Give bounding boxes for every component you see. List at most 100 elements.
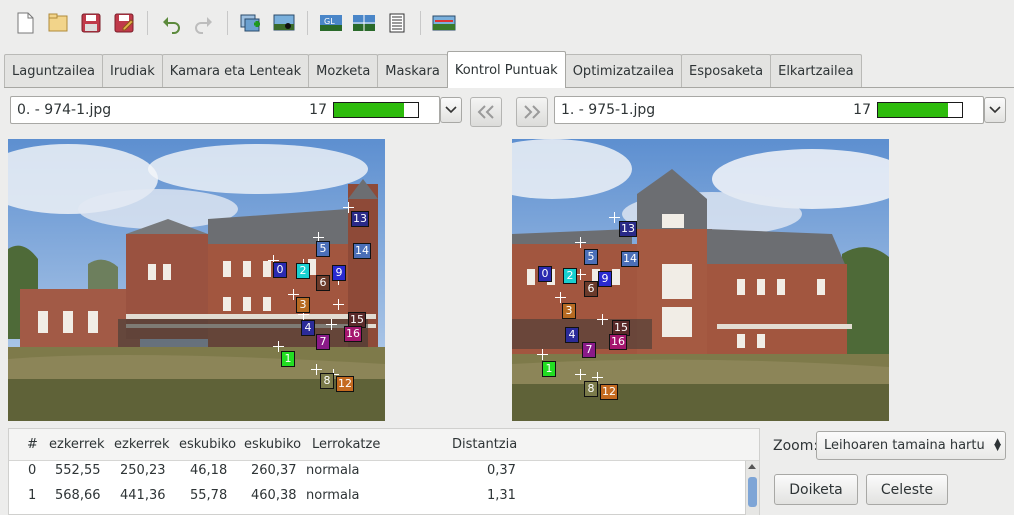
control-point-0[interactable]: 0 bbox=[538, 266, 552, 282]
control-point-1[interactable]: 1 bbox=[281, 351, 295, 367]
scrollbar-thumb[interactable] bbox=[748, 477, 757, 507]
control-point-1[interactable]: 1 bbox=[542, 361, 556, 377]
cross-marker bbox=[537, 349, 548, 360]
tab-crop[interactable]: Mozketa bbox=[308, 54, 379, 88]
cross-marker bbox=[555, 292, 566, 303]
cross-marker bbox=[575, 369, 586, 380]
scroll-up-icon[interactable] bbox=[748, 464, 756, 469]
left-image-select[interactable]: 0. - 974-1.jpg 17 bbox=[10, 96, 440, 124]
col-header-left-x[interactable]: ezkerrek bbox=[49, 437, 105, 452]
control-point-3[interactable]: 3 bbox=[296, 297, 310, 313]
cell-number: 0 bbox=[28, 463, 37, 478]
control-point-16[interactable]: 16 bbox=[609, 334, 627, 350]
open-icon[interactable] bbox=[43, 8, 73, 38]
table-row[interactable]: 1 568,66 441,36 55,78 460,38 normala 1,3… bbox=[9, 488, 745, 512]
control-point-5[interactable]: 5 bbox=[584, 249, 598, 265]
right-image-select[interactable]: 1. - 975-1.jpg 17 bbox=[554, 96, 984, 124]
control-point-0[interactable]: 0 bbox=[273, 262, 287, 278]
control-point-14[interactable]: 14 bbox=[621, 251, 639, 267]
updown-arrows-icon: ▲ ▼ bbox=[994, 437, 1001, 453]
control-points-table: # ezkerrek ezkerrek eskubiko eskubiko Le… bbox=[8, 428, 760, 515]
col-header-left-y[interactable]: ezkerrek bbox=[114, 437, 170, 452]
zoom-select[interactable]: Leihoaren tamaina hartu ▲ ▼ bbox=[816, 431, 1006, 460]
tab-control-points[interactable]: Kontrol Puntuak bbox=[446, 51, 566, 88]
control-point-13[interactable]: 13 bbox=[619, 221, 637, 237]
control-point-12[interactable]: 12 bbox=[600, 384, 618, 400]
tab-stitcher[interactable]: Elkartzailea bbox=[770, 54, 862, 88]
tab-camera-lens[interactable]: Kamara eta Lenteak bbox=[161, 54, 310, 88]
table-header: # ezkerrek ezkerrek eskubiko eskubiko Le… bbox=[9, 429, 759, 461]
col-header-alignment[interactable]: Lerrokatze bbox=[312, 437, 380, 452]
control-point-7[interactable]: 7 bbox=[582, 342, 596, 358]
cell-right-x: 46,18 bbox=[190, 463, 228, 478]
pano-icon[interactable] bbox=[429, 8, 459, 38]
control-point-14[interactable]: 14 bbox=[353, 243, 371, 259]
cell-left-y: 250,23 bbox=[120, 463, 166, 478]
right-image-view[interactable]: 0 1 2 3 4 5 6 7 8 9 12 13 14 15 16 bbox=[512, 139, 889, 421]
cell-left-y: 441,36 bbox=[120, 488, 166, 503]
chevron-down-icon bbox=[445, 106, 457, 114]
tab-images[interactable]: Irudiak bbox=[102, 54, 163, 88]
control-point-3[interactable]: 3 bbox=[562, 303, 576, 319]
new-icon[interactable] bbox=[10, 8, 40, 38]
delete-button[interactable]: Doiketa bbox=[774, 474, 858, 505]
right-dropdown-button[interactable] bbox=[984, 97, 1006, 123]
log-icon[interactable] bbox=[382, 8, 412, 38]
control-point-8[interactable]: 8 bbox=[584, 381, 598, 397]
add-images-icon[interactable] bbox=[236, 8, 266, 38]
left-dropdown-button[interactable] bbox=[440, 97, 462, 123]
fine-tune-button[interactable]: Celeste bbox=[866, 474, 948, 505]
cell-alignment: normala bbox=[306, 488, 360, 503]
right-progress-bar bbox=[877, 102, 963, 118]
cell-distance: 1,31 bbox=[487, 488, 516, 503]
previous-pair-button[interactable] bbox=[470, 97, 502, 127]
left-image-view[interactable]: 0 1 2 3 4 5 6 7 8 9 12 13 14 15 16 bbox=[8, 139, 385, 421]
next-pair-button[interactable] bbox=[516, 97, 548, 127]
control-point-9[interactable]: 9 bbox=[332, 265, 346, 281]
cell-right-y: 260,37 bbox=[251, 463, 297, 478]
cell-left-x: 552,55 bbox=[55, 463, 101, 478]
control-point-2[interactable]: 2 bbox=[296, 263, 310, 279]
control-point-6[interactable]: 6 bbox=[316, 275, 330, 291]
cross-marker bbox=[597, 314, 608, 325]
undo-icon[interactable] bbox=[156, 8, 186, 38]
control-point-4[interactable]: 4 bbox=[565, 327, 579, 343]
col-header-right-y[interactable]: eskubiko bbox=[244, 437, 301, 452]
toolbar: GL bbox=[0, 0, 1014, 46]
col-header-number[interactable]: # bbox=[27, 437, 38, 452]
control-point-8[interactable]: 8 bbox=[320, 373, 334, 389]
tab-assistant[interactable]: Laguntzailea bbox=[4, 54, 104, 88]
control-point-6[interactable]: 6 bbox=[584, 281, 598, 297]
control-point-12[interactable]: 12 bbox=[336, 376, 354, 392]
control-point-5[interactable]: 5 bbox=[316, 241, 330, 257]
toolbar-separator bbox=[420, 11, 421, 35]
cell-right-y: 460,38 bbox=[251, 488, 297, 503]
zoom-value: Leihoaren tamaina hartu bbox=[824, 438, 985, 453]
left-progress-bar bbox=[333, 102, 419, 118]
control-point-13[interactable]: 13 bbox=[351, 211, 369, 227]
control-point-9[interactable]: 9 bbox=[598, 271, 612, 287]
tab-optimizer[interactable]: Optimizatzailea bbox=[564, 54, 683, 88]
redo-icon[interactable] bbox=[189, 8, 219, 38]
tab-exposure[interactable]: Esposaketa bbox=[681, 54, 772, 88]
left-progress-fill bbox=[334, 103, 404, 117]
control-point-16[interactable]: 16 bbox=[344, 326, 362, 342]
control-point-4[interactable]: 4 bbox=[301, 320, 315, 336]
right-image-name: 1. - 975-1.jpg bbox=[561, 102, 656, 118]
control-point-7[interactable]: 7 bbox=[316, 334, 330, 350]
save-as-icon[interactable] bbox=[109, 8, 139, 38]
double-arrow-right-icon bbox=[524, 105, 541, 119]
fast-preview-icon[interactable] bbox=[349, 8, 379, 38]
table-row[interactable]: 0 552,55 250,23 46,18 260,37 normala 0,3… bbox=[9, 463, 745, 487]
col-header-distance[interactable]: Distantzia bbox=[452, 437, 517, 452]
zoom-label: Zoom: bbox=[773, 438, 819, 454]
tab-mask[interactable]: Maskara bbox=[377, 54, 448, 88]
gl-preview-icon[interactable]: GL bbox=[316, 8, 346, 38]
table-scrollbar[interactable] bbox=[745, 461, 759, 515]
save-icon[interactable] bbox=[76, 8, 106, 38]
cross-marker bbox=[326, 319, 337, 330]
col-header-right-x[interactable]: eskubiko bbox=[179, 437, 236, 452]
add-control-points-icon[interactable] bbox=[269, 8, 299, 38]
control-point-2[interactable]: 2 bbox=[563, 268, 577, 284]
cell-distance: 0,37 bbox=[487, 463, 516, 478]
